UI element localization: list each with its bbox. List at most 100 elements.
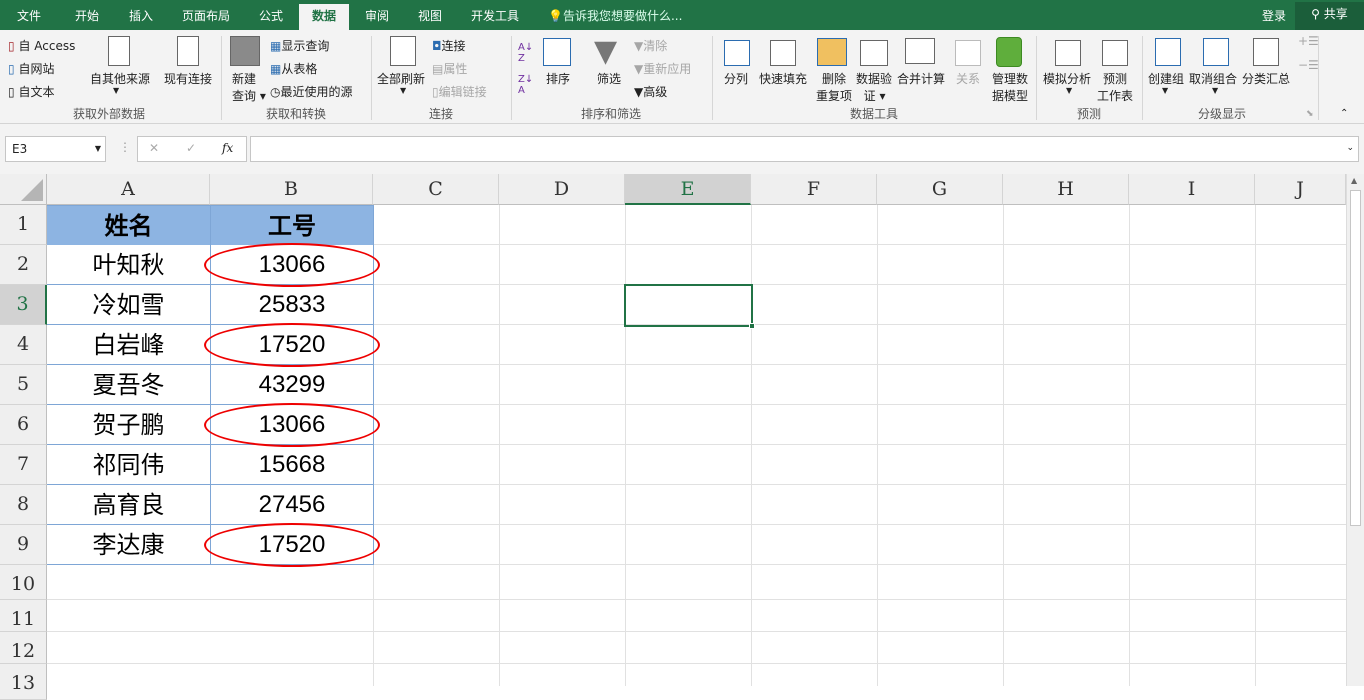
recent-sources-button[interactable]: ◷最近使用的源	[270, 83, 353, 100]
reapply-button[interactable]: ▼重新应用	[634, 60, 691, 77]
formula-input[interactable]: ⌄	[250, 136, 1359, 162]
column-header-J[interactable]: J	[1255, 174, 1346, 205]
collapse-ribbon-icon[interactable]: ⌃	[1340, 108, 1348, 119]
tab-page-layout[interactable]: 页面布局	[170, 4, 242, 30]
row-header-7[interactable]: 7	[0, 445, 47, 485]
from-text-button[interactable]: ▯ 自文本	[8, 83, 54, 100]
hide-detail-icon[interactable]: −☰	[1298, 58, 1319, 72]
filter-button[interactable]: 筛选	[597, 70, 621, 87]
column-header-I[interactable]: I	[1129, 174, 1255, 205]
cell-B8[interactable]: 27456	[210, 485, 374, 525]
row-header-5[interactable]: 5	[0, 365, 47, 405]
connections-button[interactable]: ◘连接	[432, 37, 466, 54]
sort-z-a-icon[interactable]: Z↓ A	[518, 74, 533, 96]
cell-A9[interactable]: 李达康	[47, 525, 211, 565]
tab-insert[interactable]: 插入	[116, 4, 166, 30]
properties-button[interactable]: ▤属性	[432, 60, 467, 77]
scrollbar-thumb[interactable]	[1350, 190, 1361, 526]
filter-icon: ▼	[594, 34, 618, 69]
insert-function-icon[interactable]: fx	[222, 141, 233, 155]
text-to-columns-button[interactable]: 分列	[724, 70, 748, 87]
tab-file[interactable]: 文件	[0, 4, 58, 30]
cell-A8[interactable]: 高育良	[47, 485, 211, 525]
relationships-button[interactable]: 关系	[956, 70, 980, 87]
cell-A4[interactable]: 白岩峰	[47, 325, 211, 365]
edit-links-button[interactable]: ▯编辑链接	[432, 83, 487, 100]
column-header-C[interactable]: C	[373, 174, 499, 205]
tab-formulas[interactable]: 公式	[246, 4, 296, 30]
forecast-sheet-button[interactable]: 预测 工作表	[1097, 70, 1133, 104]
row-header-1[interactable]: 1	[0, 205, 47, 245]
tab-developer[interactable]: 开发工具	[460, 4, 530, 30]
row-header-2[interactable]: 2	[0, 245, 47, 285]
selected-cell-E3[interactable]	[624, 284, 755, 329]
cancel-icon[interactable]: ✕	[149, 141, 159, 155]
clear-filter-button[interactable]: ▼清除	[634, 37, 667, 54]
what-if-button[interactable]: 模拟分析	[1043, 70, 1091, 87]
cell-A2[interactable]: 叶知秋	[47, 245, 211, 285]
share-button[interactable]: ⚲ 共享	[1295, 2, 1364, 30]
row-header-13[interactable]: 13	[0, 664, 47, 700]
column-header-G[interactable]: G	[877, 174, 1003, 205]
cell-A1[interactable]: 姓名	[47, 205, 211, 246]
fill-handle[interactable]	[749, 323, 755, 329]
row-header-8[interactable]: 8	[0, 485, 47, 525]
cell-A6[interactable]: 贺子鹏	[47, 405, 211, 445]
refresh-all-button[interactable]: 全部刷新	[377, 70, 425, 87]
from-table-button[interactable]: ▦从表格	[270, 60, 317, 77]
consolidate-button[interactable]: 合并计算	[897, 70, 945, 87]
tab-review[interactable]: 审阅	[352, 4, 402, 30]
row-header-6[interactable]: 6	[0, 405, 47, 445]
from-access-button[interactable]: ▯ 自 Access	[8, 37, 75, 54]
cell-A7[interactable]: 祁同伟	[47, 445, 211, 485]
other-sources-button[interactable]: 自其他来源	[90, 70, 150, 87]
row-header-11[interactable]: 11	[0, 600, 47, 632]
show-detail-icon[interactable]: +☰	[1298, 34, 1319, 48]
tab-view[interactable]: 视图	[405, 4, 455, 30]
column-header-E[interactable]: E	[625, 174, 751, 205]
enter-icon[interactable]: ✓	[186, 141, 196, 155]
column-header-B[interactable]: B	[210, 174, 373, 205]
chevron-down-icon[interactable]: ⌄	[1346, 143, 1354, 153]
row-header-9[interactable]: 9	[0, 525, 47, 565]
existing-connections-button[interactable]: 现有连接	[164, 70, 212, 87]
row-header-4[interactable]: 4	[0, 325, 47, 365]
cell-A3[interactable]: 冷如雪	[47, 285, 211, 325]
row-header-10[interactable]: 10	[0, 565, 47, 600]
advanced-filter-button[interactable]: ▼高级	[634, 83, 667, 100]
row-header-12[interactable]: 12	[0, 632, 47, 664]
select-all-button[interactable]	[0, 174, 47, 205]
sign-in-link[interactable]: 登录	[1256, 4, 1292, 30]
data-model-icon	[996, 37, 1022, 67]
tab-home[interactable]: 开始	[62, 4, 112, 30]
from-web-button[interactable]: ▯ 自网站	[8, 60, 54, 77]
ungroup-button[interactable]: 取消组合	[1189, 70, 1237, 87]
flash-fill-button[interactable]: 快速填充	[759, 70, 807, 87]
name-box[interactable]: E3 ▼	[5, 136, 106, 162]
data-validation-button[interactable]: 数据验 证 ▾	[856, 70, 892, 104]
scroll-up-icon[interactable]: ▲	[1351, 176, 1357, 185]
sort-button[interactable]: 排序	[546, 70, 570, 87]
column-header-H[interactable]: H	[1003, 174, 1129, 205]
cell-B5[interactable]: 43299	[210, 365, 374, 405]
group-label-forecast: 预测	[1076, 107, 1101, 121]
tab-data[interactable]: 数据	[299, 4, 349, 30]
sort-a-z-icon[interactable]: A↓ Z	[518, 42, 533, 64]
cell-B1[interactable]: 工号	[210, 205, 374, 246]
column-header-F[interactable]: F	[751, 174, 877, 205]
new-query-button[interactable]: 新建 查询 ▾	[232, 70, 266, 104]
group-button[interactable]: 创建组	[1148, 70, 1184, 87]
vertical-scrollbar[interactable]: ▲	[1346, 174, 1364, 686]
cell-B3[interactable]: 25833	[210, 285, 374, 325]
cell-B7[interactable]: 15668	[210, 445, 374, 485]
show-queries-button[interactable]: ▦显示查询	[270, 37, 329, 54]
column-header-D[interactable]: D	[499, 174, 625, 205]
manage-data-model-button[interactable]: 管理数 据模型	[992, 70, 1028, 104]
column-header-A[interactable]: A	[47, 174, 210, 205]
subtotal-button[interactable]: 分类汇总	[1242, 70, 1290, 87]
remove-duplicates-button[interactable]: 删除 重复项	[816, 70, 852, 104]
dialog-launcher-icon[interactable]: ⬊	[1306, 109, 1314, 119]
tell-me-search[interactable]: 💡告诉我您想要做什么...	[548, 4, 682, 30]
cell-A5[interactable]: 夏吾冬	[47, 365, 211, 405]
row-header-3[interactable]: 3	[0, 285, 47, 325]
